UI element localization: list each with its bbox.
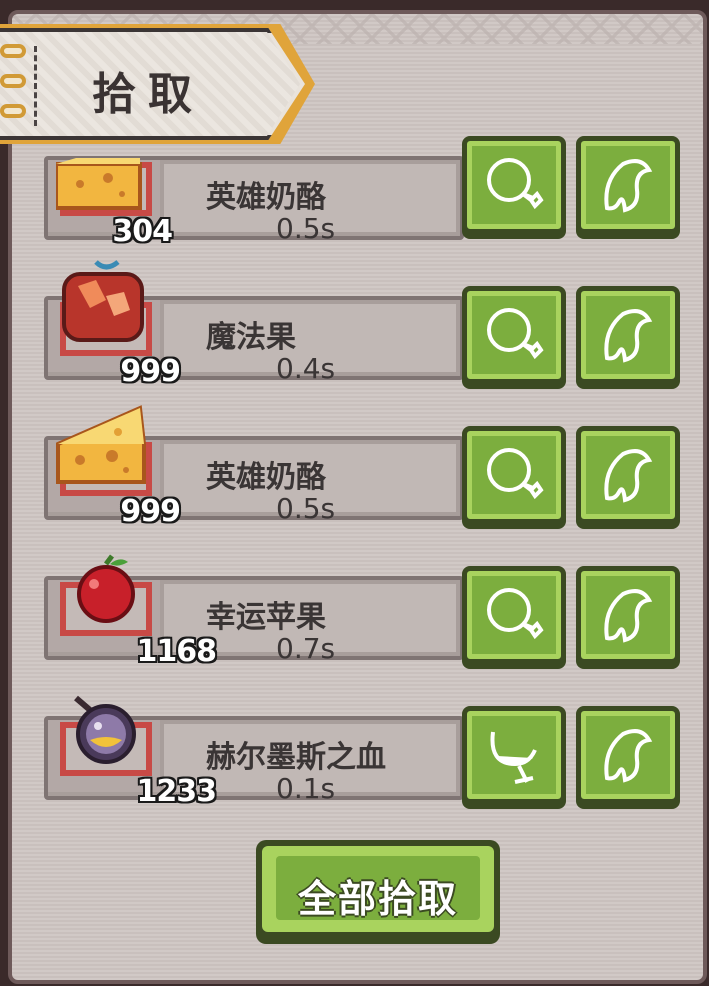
discard-button[interactable] xyxy=(576,706,680,804)
pet-icon xyxy=(604,589,653,643)
item-count: 999 xyxy=(120,494,181,529)
panel-title: 拾取 xyxy=(92,69,204,120)
list-item: 999 英雄奶酪 0.5s xyxy=(44,405,684,540)
pick-all-button[interactable]: 全部拾取 xyxy=(256,840,500,944)
discard-button[interactable] xyxy=(576,426,680,524)
potion-icon xyxy=(74,695,136,764)
pet-icon xyxy=(604,449,653,503)
meat-icon xyxy=(487,308,544,360)
eat-button[interactable] xyxy=(462,426,566,524)
item-count: 1233 xyxy=(136,774,217,809)
drink-button[interactable] xyxy=(462,706,566,804)
discard-button[interactable] xyxy=(576,286,680,384)
item-time: 0.5s xyxy=(276,492,336,525)
magic-fruit-icon xyxy=(62,260,144,342)
cheese-icon xyxy=(56,158,142,210)
pet-icon xyxy=(604,159,653,213)
pet-icon xyxy=(604,729,653,783)
item-name: 赫尔墨斯之血 xyxy=(206,740,386,775)
item-count: 999 xyxy=(120,354,181,389)
discard-button[interactable] xyxy=(576,566,680,664)
item-name: 英雄奶酪 xyxy=(206,180,326,215)
list-item: 1168 幸运苹果 0.7s xyxy=(44,552,684,680)
item-time: 0.4s xyxy=(276,352,336,385)
item-time: 0.1s xyxy=(276,772,336,805)
title-dash-line xyxy=(34,46,37,126)
meat-icon xyxy=(487,158,544,210)
item-time: 0.5s xyxy=(276,212,336,245)
apple-icon xyxy=(77,554,135,623)
item-time: 0.7s xyxy=(276,632,336,665)
list-item: 1233 赫尔墨斯之血 0.1s xyxy=(44,692,684,820)
eat-button[interactable] xyxy=(462,286,566,384)
item-name: 英雄奶酪 xyxy=(206,460,326,495)
pick-all-label: 全部拾取 xyxy=(297,877,458,921)
eat-button[interactable] xyxy=(462,566,566,664)
pet-icon xyxy=(604,309,653,363)
item-name: 魔法果 xyxy=(206,320,296,355)
item-count: 304 xyxy=(112,214,173,249)
glass-icon xyxy=(490,731,537,784)
list-item: 304 英雄奶酪 0.5s xyxy=(44,132,684,260)
item-name: 幸运苹果 xyxy=(206,600,326,635)
meat-icon xyxy=(487,448,544,500)
discard-button[interactable] xyxy=(576,136,680,234)
item-count: 1168 xyxy=(136,634,217,669)
eat-button[interactable] xyxy=(462,136,566,234)
meat-icon xyxy=(487,588,544,640)
cheese-icon xyxy=(56,405,146,484)
list-item: 999 魔法果 0.4s xyxy=(44,260,684,400)
